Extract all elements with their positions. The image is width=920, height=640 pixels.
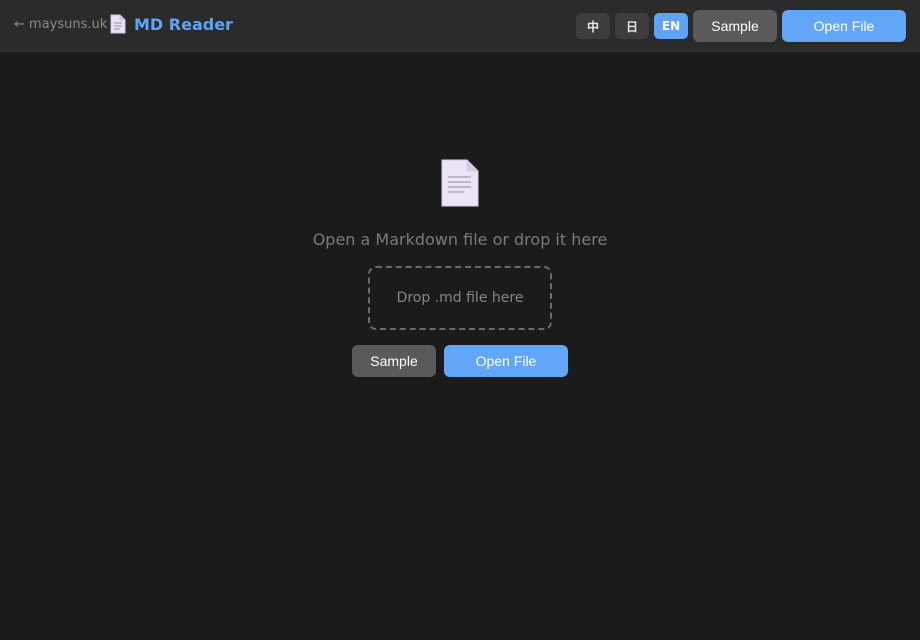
document-icon bbox=[110, 14, 126, 34]
app-title: MD Reader bbox=[134, 14, 233, 34]
file-dropzone[interactable]: Drop .md file here bbox=[368, 266, 552, 330]
empty-state-message: Open a Markdown file or drop it here bbox=[312, 230, 608, 249]
top-bar: ← maysuns.uk MD Reader 中 日 EN Sample Ope… bbox=[0, 0, 920, 52]
back-link[interactable]: ← maysuns.uk bbox=[14, 17, 107, 32]
open-file-button[interactable]: Open File bbox=[782, 10, 906, 42]
language-button-ja[interactable]: 日 bbox=[615, 13, 649, 39]
sample-button[interactable]: Sample bbox=[693, 10, 777, 42]
language-button-en[interactable]: EN bbox=[654, 13, 688, 39]
document-icon bbox=[441, 159, 479, 207]
empty-state-open-file-button[interactable]: Open File bbox=[444, 345, 568, 377]
dropzone-label: Drop .md file here bbox=[396, 290, 524, 306]
empty-state-sample-button[interactable]: Sample bbox=[352, 345, 436, 377]
language-button-zh[interactable]: 中 bbox=[576, 13, 610, 39]
app-brand: MD Reader bbox=[110, 14, 233, 34]
